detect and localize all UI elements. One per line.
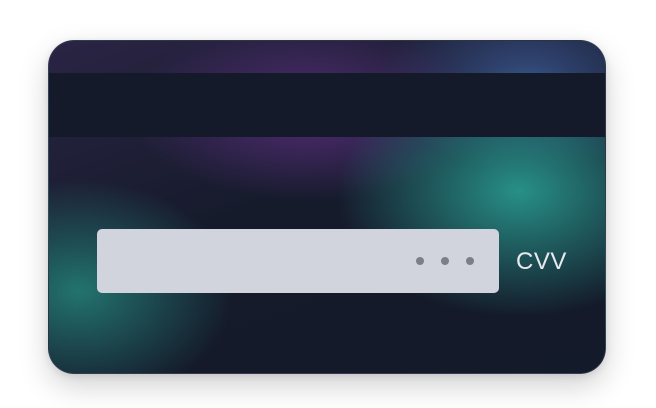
- cvv-label: CVV: [516, 248, 567, 275]
- page: CVV: [0, 0, 656, 408]
- card-back: CVV: [48, 40, 606, 374]
- magnetic-stripe: [49, 73, 605, 137]
- mask-dot: [466, 257, 474, 265]
- mask-dot: [441, 257, 449, 265]
- cvv-masked-value: [416, 257, 474, 265]
- cvv-field[interactable]: [97, 229, 499, 293]
- mask-dot: [416, 257, 424, 265]
